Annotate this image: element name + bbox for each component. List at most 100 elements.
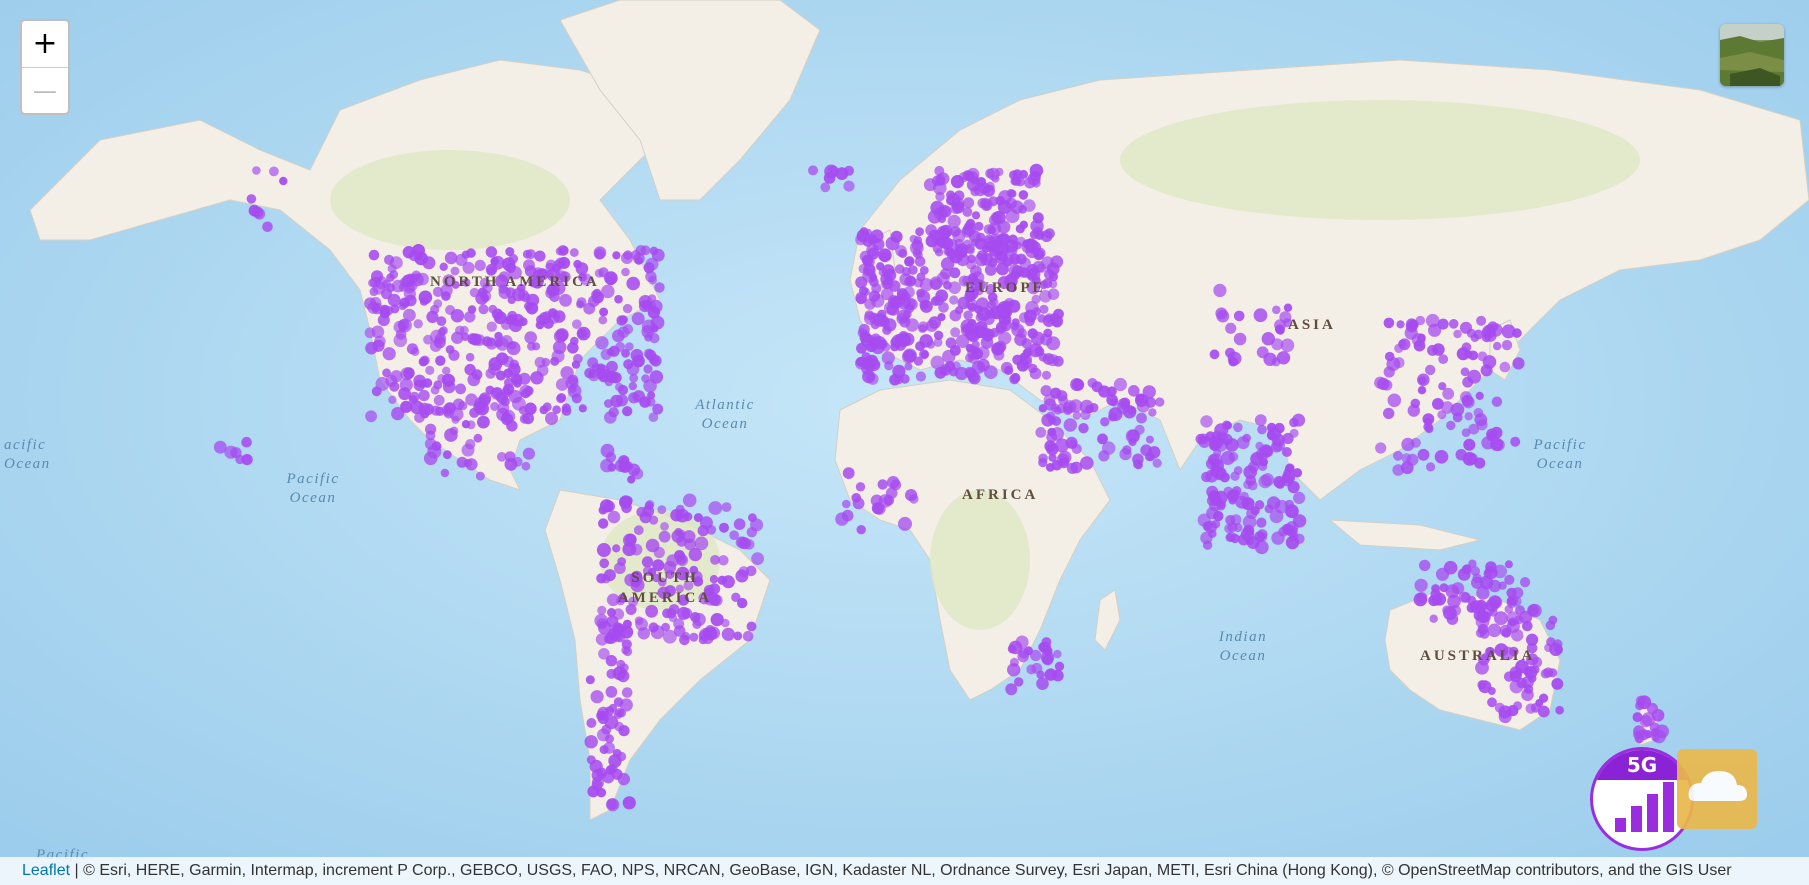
location-marker[interactable] [605, 734, 614, 744]
location-marker[interactable] [539, 405, 549, 415]
location-marker[interactable] [842, 467, 855, 479]
location-marker[interactable] [649, 370, 664, 384]
location-marker[interactable] [920, 350, 929, 359]
location-marker[interactable] [652, 403, 664, 415]
location-marker[interactable] [867, 247, 880, 260]
location-marker[interactable] [596, 787, 607, 798]
location-marker[interactable] [1432, 343, 1445, 356]
location-marker[interactable] [604, 399, 613, 408]
location-marker[interactable] [881, 264, 895, 278]
location-marker[interactable] [933, 295, 944, 306]
location-marker[interactable] [899, 316, 911, 328]
location-marker[interactable] [521, 461, 531, 471]
location-marker[interactable] [1510, 436, 1521, 447]
location-marker[interactable] [1416, 592, 1428, 604]
location-marker[interactable] [1019, 220, 1028, 229]
location-marker[interactable] [545, 412, 558, 425]
location-marker[interactable] [601, 724, 612, 735]
location-marker[interactable] [1281, 447, 1292, 457]
location-marker[interactable] [729, 530, 739, 540]
location-marker[interactable] [935, 191, 945, 202]
location-marker[interactable] [598, 315, 608, 325]
location-marker[interactable] [497, 452, 507, 462]
location-marker[interactable] [862, 370, 876, 384]
location-marker[interactable] [1475, 391, 1484, 400]
location-marker[interactable] [1242, 433, 1251, 443]
location-marker[interactable] [1019, 169, 1028, 179]
location-marker[interactable] [241, 436, 252, 448]
location-marker[interactable] [1053, 406, 1062, 415]
location-marker[interactable] [1448, 319, 1459, 329]
location-marker[interactable] [1289, 428, 1299, 438]
location-marker[interactable] [987, 167, 1000, 181]
location-marker[interactable] [976, 307, 991, 322]
location-marker[interactable] [1508, 617, 1517, 627]
location-marker[interactable] [599, 558, 610, 569]
location-marker[interactable] [618, 725, 630, 737]
location-marker[interactable] [856, 342, 867, 354]
location-marker[interactable] [925, 224, 937, 236]
location-marker[interactable] [1089, 403, 1099, 413]
location-marker[interactable] [617, 326, 630, 338]
location-marker[interactable] [742, 630, 754, 642]
location-marker[interactable] [894, 375, 904, 385]
location-marker[interactable] [440, 468, 450, 478]
location-marker[interactable] [1233, 523, 1243, 533]
location-marker[interactable] [531, 342, 541, 351]
location-marker[interactable] [388, 395, 397, 404]
location-marker[interactable] [1504, 560, 1513, 569]
location-marker[interactable] [1066, 462, 1078, 474]
location-marker[interactable] [1108, 412, 1118, 422]
location-marker[interactable] [721, 502, 732, 512]
location-marker[interactable] [865, 354, 879, 368]
location-marker[interactable] [704, 627, 718, 641]
location-marker[interactable] [1031, 178, 1041, 188]
location-marker[interactable] [622, 406, 633, 417]
location-marker[interactable] [1021, 338, 1032, 349]
location-marker[interactable] [1285, 504, 1299, 519]
location-marker[interactable] [963, 310, 973, 320]
location-marker[interactable] [905, 489, 918, 502]
location-marker[interactable] [630, 543, 643, 556]
location-marker[interactable] [1241, 498, 1250, 507]
location-marker[interactable] [820, 182, 831, 193]
location-marker[interactable] [1006, 188, 1016, 198]
location-marker[interactable] [994, 340, 1007, 353]
location-marker[interactable] [904, 275, 917, 287]
location-marker[interactable] [512, 456, 523, 467]
location-marker[interactable] [451, 331, 464, 344]
location-marker[interactable] [587, 357, 599, 369]
location-marker[interactable] [1040, 385, 1052, 397]
location-marker[interactable] [507, 310, 518, 322]
location-marker[interactable] [949, 295, 959, 305]
location-marker[interactable] [627, 475, 636, 484]
location-marker[interactable] [593, 246, 607, 259]
location-marker[interactable] [645, 270, 657, 283]
location-marker[interactable] [671, 529, 685, 543]
location-marker[interactable] [624, 533, 637, 546]
location-marker[interactable] [573, 259, 582, 269]
location-marker[interactable] [1127, 429, 1140, 442]
location-marker[interactable] [561, 406, 572, 416]
location-marker[interactable] [604, 634, 614, 644]
location-marker[interactable] [996, 262, 1009, 276]
location-marker[interactable] [916, 288, 925, 298]
location-marker[interactable] [622, 796, 636, 810]
location-marker[interactable] [368, 249, 380, 261]
location-marker[interactable] [873, 502, 886, 515]
location-marker[interactable] [444, 251, 458, 265]
location-marker[interactable] [644, 501, 654, 511]
location-marker[interactable] [262, 221, 273, 233]
location-marker[interactable] [1506, 587, 1517, 599]
location-marker[interactable] [1038, 453, 1048, 464]
location-marker[interactable] [967, 254, 976, 264]
location-marker[interactable] [571, 360, 581, 369]
location-marker[interactable] [572, 319, 582, 330]
zoom-in-button[interactable]: + [22, 21, 68, 67]
location-marker[interactable] [1226, 489, 1239, 502]
location-marker[interactable] [1017, 328, 1027, 339]
location-marker[interactable] [585, 675, 595, 685]
location-marker[interactable] [1473, 407, 1484, 418]
location-marker[interactable] [658, 530, 671, 543]
location-marker[interactable] [879, 252, 890, 263]
